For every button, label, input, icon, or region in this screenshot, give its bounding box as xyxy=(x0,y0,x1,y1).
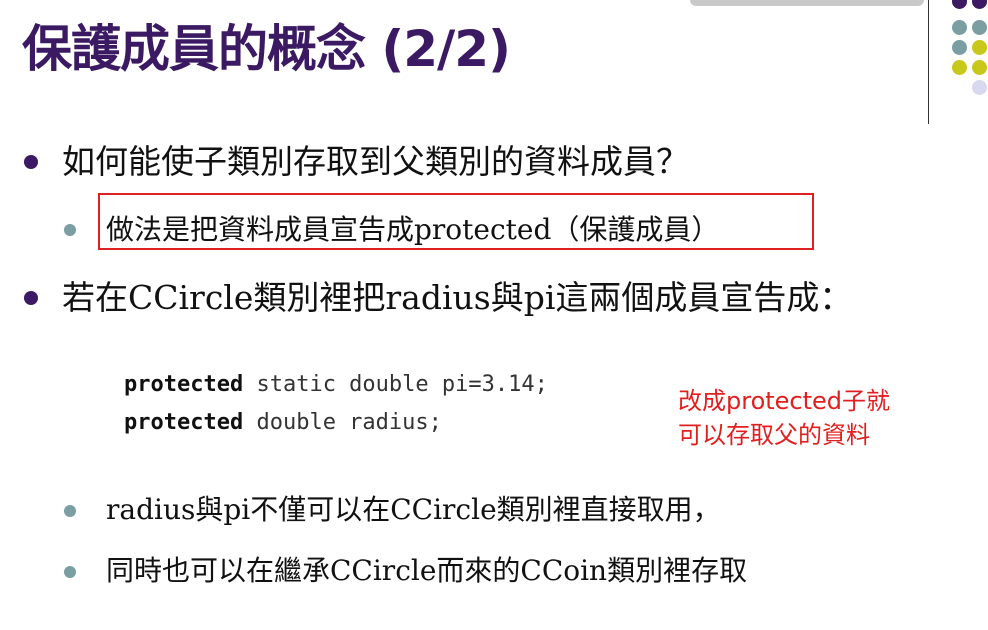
code-block: protected static double pi=3.14; protect… xyxy=(124,366,548,442)
sub-bullet-dot xyxy=(64,566,76,578)
decor-dot xyxy=(952,40,967,55)
code-text: double radius; xyxy=(243,410,442,435)
divider-line xyxy=(928,0,929,124)
decor-dot xyxy=(952,20,967,35)
code-keyword: protected xyxy=(124,410,244,435)
code-keyword: protected xyxy=(124,372,244,397)
note-line-1: 改成protected子就 xyxy=(678,387,891,415)
decor-dot xyxy=(972,60,987,75)
decor-dot xyxy=(952,0,967,9)
slide-title: 保護成員的概念 (2/2) xyxy=(22,20,511,78)
bullet-question-1: 如何能使子類別存取到父類別的資料成員？ xyxy=(62,142,689,181)
sub-bullet-dot xyxy=(64,505,76,517)
annotation-note: 改成protected子就 可以存取父的資料 xyxy=(678,384,890,452)
bullet-answer-1: 做法是把資料成員宣告成protected（保護成員） xyxy=(106,213,720,246)
top-tab xyxy=(690,0,924,6)
sub-bullet-dot xyxy=(64,224,76,236)
bullet-dot xyxy=(24,155,38,169)
sub-bullet-b: 同時也可以在繼承CCircle而來的CCoin類別裡存取 xyxy=(106,554,748,587)
sub-bullet-a: radius與pi不僅可以在CCircle類別裡直接取用， xyxy=(106,493,721,526)
bullet-question-2: 若在CCircle類別裡把radius與pi這兩個成員宣告成： xyxy=(62,278,853,317)
decor-dot xyxy=(972,40,987,55)
code-text: static double pi=3.14; xyxy=(243,372,548,397)
decor-dot xyxy=(972,20,987,35)
decor-dot xyxy=(972,0,987,9)
slide: 保護成員的概念 (2/2) 如何能使子類別存取到父類別的資料成員？ 做法是把資料… xyxy=(0,0,988,630)
bullet-dot xyxy=(24,291,38,305)
decor-dot xyxy=(952,60,967,75)
decor-dot xyxy=(972,80,987,95)
note-line-2: 可以存取父的資料 xyxy=(678,421,870,449)
